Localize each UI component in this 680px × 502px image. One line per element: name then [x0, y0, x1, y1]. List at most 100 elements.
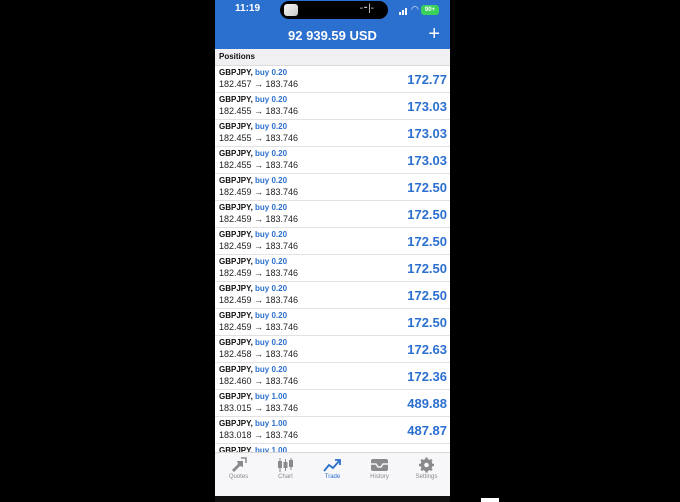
account-header: 92 939.59 USD +	[215, 22, 450, 49]
position-profit: 173.03	[407, 153, 447, 168]
position-row[interactable]: GBPJPY, buy 0.20 182.455 → 183.746 173.03	[215, 120, 450, 147]
tab-history-label: History	[370, 474, 389, 480]
position-symbol: GBPJPY,	[219, 230, 253, 239]
position-side-volume: buy 0.20	[255, 311, 288, 320]
position-symbol-line: GBPJPY, buy 0.20	[219, 203, 287, 212]
home-indicator-area	[215, 496, 450, 502]
tab-trade[interactable]: Trade	[309, 453, 356, 496]
position-prices: 182.459 → 183.746	[219, 322, 299, 332]
position-row[interactable]: GBPJPY, buy 0.20 182.460 → 183.746 172.36	[215, 363, 450, 390]
position-symbol-line: GBPJPY, buy 0.20	[219, 338, 287, 347]
position-row[interactable]: GBPJPY, buy 0.20 182.455 → 183.746 173.03	[215, 147, 450, 174]
history-icon	[371, 459, 388, 471]
position-side-volume: buy 0.20	[255, 95, 288, 104]
position-prices: 182.458 → 183.746	[219, 349, 299, 359]
positions-title: Positions	[219, 52, 256, 61]
status-bar: 11:19 -⁃|- ◠ 90+	[215, 0, 450, 22]
position-symbol: GBPJPY,	[219, 122, 253, 131]
position-symbol-line: GBPJPY, buy 0.20	[219, 149, 287, 158]
position-symbol-line: GBPJPY, buy 0.20	[219, 311, 287, 320]
position-prices: 182.455 → 183.746	[219, 160, 299, 170]
position-symbol: GBPJPY,	[219, 338, 253, 347]
position-symbol-line: GBPJPY, buy 0.20	[219, 365, 287, 374]
app-activity-icon	[284, 4, 298, 16]
phone-screen: 11:19 -⁃|- ◠ 90+ 92 939.59 USD + Positio…	[215, 0, 450, 496]
audio-wave-icon: -⁃|-	[359, 3, 374, 14]
position-side-volume: buy 0.20	[255, 230, 288, 239]
position-symbol-line: GBPJPY, buy 0.20	[219, 122, 287, 131]
position-row[interactable]: GBPJPY, buy 0.20 182.459 → 183.746 172.50	[215, 309, 450, 336]
position-prices: 182.459 → 183.746	[219, 241, 299, 251]
position-profit: 173.03	[407, 99, 447, 114]
position-profit: 172.50	[407, 261, 447, 276]
position-profit: 172.63	[407, 342, 447, 357]
position-symbol-line: GBPJPY, buy 0.20	[219, 68, 287, 77]
position-row[interactable]: GBPJPY, buy 0.20 182.457 → 183.746 172.77	[215, 66, 450, 93]
position-row[interactable]: GBPJPY, buy 1.00487.87	[215, 444, 450, 452]
positions-list[interactable]: GBPJPY, buy 0.20 182.457 → 183.746 172.77 G…	[215, 66, 450, 452]
tab-history[interactable]: History	[356, 453, 403, 496]
position-prices: 182.455 → 183.746	[219, 133, 299, 143]
settings-icon	[419, 457, 434, 473]
position-profit: 172.36	[407, 369, 447, 384]
position-row[interactable]: GBPJPY, buy 0.20 182.459 → 183.746 172.50	[215, 201, 450, 228]
position-row[interactable]: GBPJPY, buy 1.00 183.018 → 183.746 487.87	[215, 417, 450, 444]
status-time: 11:19	[235, 3, 261, 14]
position-row[interactable]: GBPJPY, buy 0.20 182.458 → 183.746 172.63	[215, 336, 450, 363]
position-profit: 487.87	[407, 423, 447, 438]
position-row[interactable]: GBPJPY, buy 0.20 182.459 → 183.746 172.50	[215, 255, 450, 282]
tab-settings[interactable]: Settings	[403, 453, 450, 496]
position-side-volume: buy 1.00	[255, 419, 288, 428]
position-symbol: GBPJPY,	[219, 68, 253, 77]
position-symbol-line: GBPJPY, buy 0.20	[219, 176, 287, 185]
position-symbol: GBPJPY,	[219, 257, 253, 266]
position-side-volume: buy 0.20	[255, 338, 288, 347]
position-row[interactable]: GBPJPY, buy 0.20 182.459 → 183.746 172.50	[215, 228, 450, 255]
tab-chart[interactable]: Chart	[262, 453, 309, 496]
position-prices: 183.018 → 183.746	[219, 430, 299, 440]
bottom-tab-bar: Quotes Chart Trade History Settings	[215, 452, 450, 496]
position-symbol-line: GBPJPY, buy 0.20	[219, 230, 287, 239]
position-side-volume: buy 0.20	[255, 257, 288, 266]
trade-icon	[323, 459, 341, 472]
position-row[interactable]: GBPJPY, buy 1.00 183.015 → 183.746 489.88	[215, 390, 450, 417]
account-balance: 92 939.59 USD	[288, 28, 377, 43]
battery-icon: 90+	[421, 5, 439, 15]
position-prices: 182.459 → 183.746	[219, 187, 299, 197]
position-profit: 172.50	[407, 234, 447, 249]
position-side-volume: buy 0.20	[255, 68, 288, 77]
position-profit: 172.50	[407, 315, 447, 330]
position-symbol-line: GBPJPY, buy 1.00	[219, 419, 287, 428]
position-prices: 182.459 → 183.746	[219, 214, 299, 224]
position-side-volume: buy 1.00	[255, 392, 288, 401]
position-prices: 183.015 → 183.746	[219, 403, 299, 413]
position-prices: 182.460 → 183.746	[219, 376, 299, 386]
tab-quotes[interactable]: Quotes	[215, 453, 262, 496]
position-prices: 182.455 → 183.746	[219, 106, 299, 116]
position-side-volume: buy 0.20	[255, 149, 288, 158]
dynamic-island: -⁃|-	[280, 1, 388, 19]
position-profit: 489.88	[407, 396, 447, 411]
tab-trade-label: Trade	[324, 474, 341, 480]
position-symbol: GBPJPY,	[219, 365, 253, 374]
position-profit: 173.03	[407, 126, 447, 141]
position-side-volume: buy 0.20	[255, 176, 288, 185]
position-profit: 172.77	[407, 72, 447, 87]
position-side-volume: buy 0.20	[255, 203, 288, 212]
positions-section-header: Positions	[215, 49, 450, 66]
chart-icon	[278, 458, 293, 472]
tab-chart-label: Chart	[278, 474, 293, 480]
position-symbol: GBPJPY,	[219, 311, 253, 320]
position-side-volume: buy 0.20	[255, 122, 288, 131]
cellular-signal-icon	[399, 7, 409, 15]
position-row[interactable]: GBPJPY, buy 0.20 182.455 → 183.746 173.03	[215, 93, 450, 120]
tab-settings-label: Settings	[415, 474, 438, 480]
position-prices: 182.457 → 183.746	[219, 79, 299, 89]
position-symbol: GBPJPY,	[219, 149, 253, 158]
position-symbol-line: GBPJPY, buy 1.00	[219, 392, 287, 401]
add-order-button[interactable]: +	[428, 23, 440, 46]
position-row[interactable]: GBPJPY, buy 0.20 182.459 → 183.746 172.50	[215, 282, 450, 309]
position-row[interactable]: GBPJPY, buy 0.20 182.459 → 183.746 172.50	[215, 174, 450, 201]
position-profit: 172.50	[407, 180, 447, 195]
position-symbol: GBPJPY,	[219, 419, 253, 428]
